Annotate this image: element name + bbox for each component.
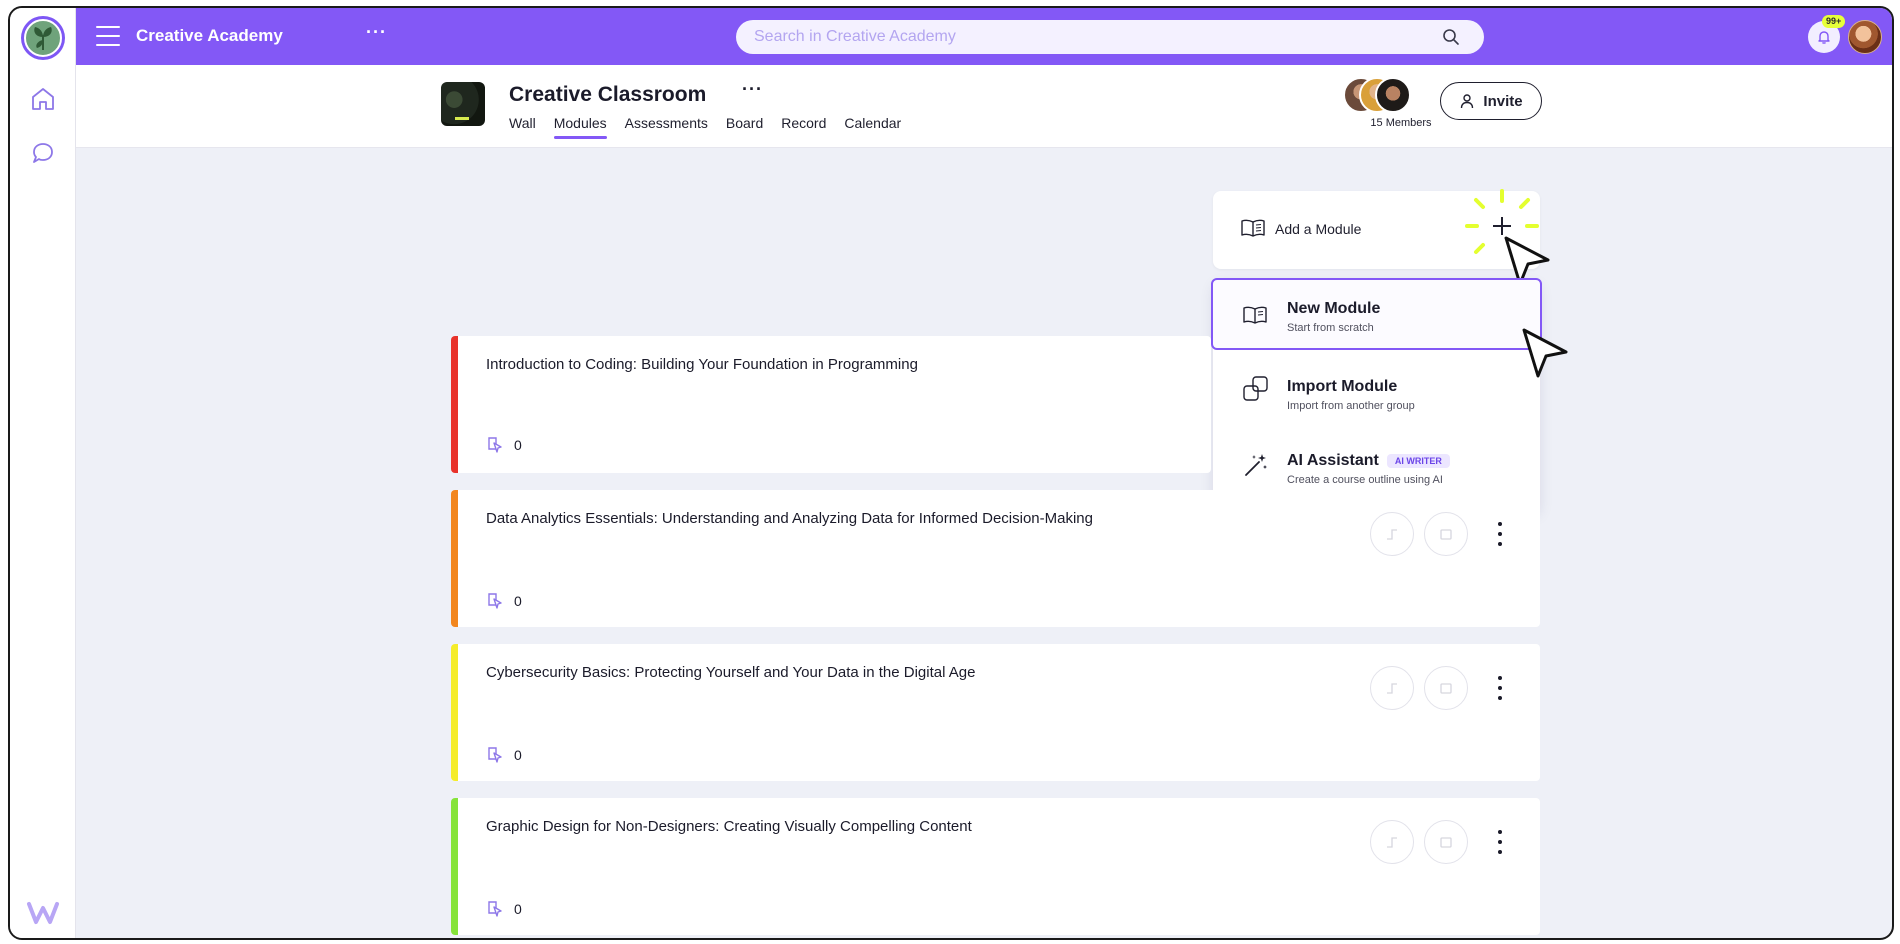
left-rail — [10, 8, 76, 938]
book-icon — [1243, 306, 1267, 329]
ai-assistant-title: AI Assistant — [1287, 452, 1379, 469]
module-more-icon[interactable] — [1494, 522, 1506, 546]
chat-icon[interactable] — [28, 138, 58, 168]
module-count: 0 — [514, 437, 522, 453]
import-module-subtitle: Import from another group — [1287, 400, 1415, 412]
academy-logo[interactable] — [21, 16, 65, 60]
import-module-title: Import Module — [1287, 378, 1398, 395]
app-title[interactable]: Creative Academy — [136, 26, 283, 46]
module-stats: 0 — [486, 436, 522, 454]
module-count: 0 — [514, 901, 522, 917]
person-icon — [1461, 94, 1474, 109]
tab-assessments[interactable]: Assessments — [625, 115, 708, 139]
user-avatar[interactable] — [1848, 20, 1882, 54]
schedule-icon[interactable] — [1424, 512, 1468, 556]
app-window: Creative Academy ··· 99+ Creative Classr… — [8, 6, 1894, 940]
module-title[interactable]: Graphic Design for Non-Designers: Creati… — [486, 818, 972, 835]
module-title[interactable]: Cybersecurity Basics: Protecting Yoursel… — [486, 664, 975, 681]
module-more-icon[interactable] — [1494, 676, 1506, 700]
module-color-stripe — [451, 798, 458, 935]
members-count: 15 Members — [1370, 117, 1432, 129]
module-card[interactable]: Cybersecurity Basics: Protecting Yoursel… — [451, 644, 1540, 781]
home-icon[interactable] — [28, 84, 58, 114]
module-count: 0 — [514, 747, 522, 763]
ai-writer-badge: AI WRITER — [1386, 453, 1450, 468]
tab-wall[interactable]: Wall — [509, 115, 536, 139]
module-stats: 0 — [486, 592, 522, 610]
module-color-stripe — [451, 644, 458, 781]
new-module-title: New Module — [1287, 300, 1381, 317]
import-module-option[interactable]: Import Module Import from another group — [1213, 354, 1540, 426]
group-tabs: Wall Modules Assessments Board Record Ca… — [509, 115, 919, 139]
top-bar: Creative Academy ··· 99+ — [76, 8, 1892, 65]
invite-button[interactable]: Invite — [1440, 82, 1542, 120]
book-icon — [1241, 219, 1265, 242]
module-stats: 0 — [486, 900, 522, 918]
ai-assistant-title-row: AI Assistant AI WRITER — [1287, 452, 1450, 470]
group-thumbnail — [441, 82, 485, 126]
lessons-icon — [488, 747, 502, 763]
module-card[interactable]: Introduction to Coding: Building Your Fo… — [451, 336, 1211, 473]
add-module-card[interactable]: Add a Module — [1213, 189, 1540, 269]
ai-assistant-subtitle: Create a course outline using AI — [1287, 474, 1443, 486]
module-card[interactable]: Data Analytics Essentials: Understanding… — [451, 490, 1540, 627]
module-title[interactable]: Data Analytics Essentials: Understanding… — [486, 510, 1093, 527]
module-more-icon[interactable] — [1494, 830, 1506, 854]
hamburger-menu-icon[interactable] — [96, 26, 120, 46]
import-icon — [1243, 376, 1269, 407]
new-module-subtitle: Start from scratch — [1287, 322, 1374, 334]
tab-record[interactable]: Record — [781, 115, 826, 139]
member-avatar — [1375, 77, 1411, 113]
tab-modules[interactable]: Modules — [553, 115, 607, 139]
group-title: Creative Classroom — [509, 83, 707, 106]
group-header: Creative Classroom ··· Wall Modules Asse… — [76, 65, 1892, 148]
add-module-label: Add a Module — [1275, 221, 1362, 237]
tab-board[interactable]: Board — [726, 115, 763, 139]
schedule-icon[interactable] — [1424, 666, 1468, 710]
lessons-icon — [488, 437, 502, 453]
academy-logo-icon — [24, 19, 62, 57]
module-stats: 0 — [486, 746, 522, 764]
module-color-stripe — [451, 490, 458, 627]
search-input[interactable] — [736, 20, 1484, 54]
module-color-stripe — [451, 336, 458, 473]
mouse-pointer-icon — [1520, 326, 1572, 389]
reorder-icon[interactable] — [1370, 666, 1414, 710]
lessons-icon — [488, 901, 502, 917]
notifications-badge: 99+ — [1822, 15, 1846, 28]
group-more-icon[interactable]: ··· — [742, 79, 763, 100]
reorder-icon[interactable] — [1370, 512, 1414, 556]
module-count: 0 — [514, 593, 522, 609]
search-icon[interactable] — [1442, 28, 1460, 46]
tab-calendar[interactable]: Calendar — [844, 115, 901, 139]
schedule-icon[interactable] — [1424, 820, 1468, 864]
new-module-option[interactable]: New Module Start from scratch — [1211, 278, 1542, 350]
invite-label: Invite — [1483, 92, 1523, 110]
app-more-icon[interactable]: ··· — [366, 22, 387, 43]
reorder-icon[interactable] — [1370, 820, 1414, 864]
add-module-dropdown: New Module Start from scratch Import Mod… — [1211, 278, 1542, 512]
workspace-w-icon — [26, 898, 60, 928]
magic-wand-icon — [1243, 452, 1269, 483]
lessons-icon — [488, 593, 502, 609]
module-card[interactable]: Graphic Design for Non-Designers: Creati… — [451, 798, 1540, 935]
module-title[interactable]: Introduction to Coding: Building Your Fo… — [486, 356, 918, 373]
